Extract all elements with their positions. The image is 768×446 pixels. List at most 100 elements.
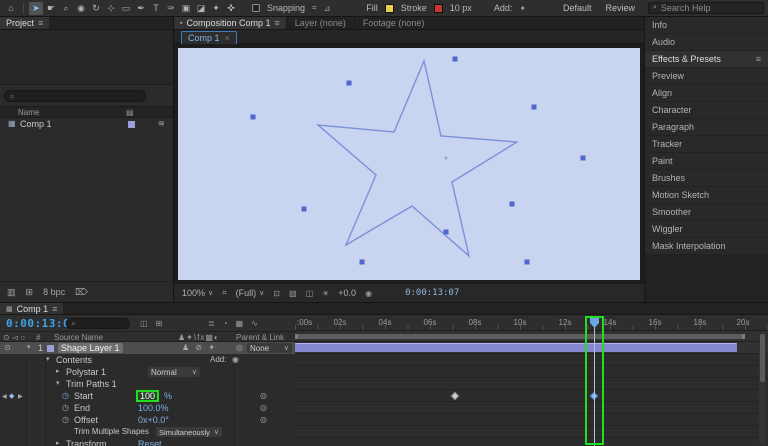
pickwhip-icon[interactable]: ◎ [260, 403, 267, 412]
vertex-handle[interactable] [524, 259, 530, 265]
vertex-handle[interactable] [250, 114, 256, 120]
property-track[interactable] [295, 378, 768, 390]
snapshot-icon[interactable]: ◉ [365, 289, 372, 298]
vertex-handle[interactable] [443, 229, 449, 235]
vertex-handle[interactable] [580, 155, 586, 161]
workspace-review[interactable]: Review [605, 3, 635, 13]
zoom-select[interactable]: 100% ∨ [182, 288, 213, 298]
comment-column-icon[interactable]: ▤ [126, 108, 134, 117]
start-label[interactable]: Start [74, 391, 93, 401]
offset-label[interactable]: Offset [74, 415, 98, 425]
graph-editor-icon[interactable]: ∿ [251, 319, 258, 328]
puppet-pin-tool[interactable]: ✜ [224, 2, 238, 15]
composition-tab[interactable]: ▪ Composition Comp 1 ≡ [174, 17, 286, 29]
end-value[interactable]: 100.0% [138, 403, 169, 413]
zoom-tool[interactable]: ⌕ [59, 2, 73, 15]
panel-tab-wiggler[interactable]: Wiggler [645, 221, 768, 237]
fill-color-swatch[interactable] [384, 3, 394, 13]
eye-icon[interactable]: ⊙ [4, 343, 11, 352]
comp-canvas[interactable]: + [178, 48, 640, 280]
end-label[interactable]: End [74, 403, 90, 413]
expander-icon[interactable]: ▾ [56, 379, 60, 387]
add-property-icon[interactable]: ◉ [232, 355, 239, 364]
vertex-handle[interactable] [452, 56, 458, 62]
project-item-row[interactable]: ▦ Comp 1 ≋ [0, 118, 173, 130]
parent-pickwhip-icon[interactable]: ◎ [236, 343, 243, 352]
exposure-value[interactable]: +0.0 [338, 288, 356, 298]
stopwatch-icon[interactable]: ◷ [62, 415, 69, 424]
layer-duration-bar[interactable] [295, 343, 737, 352]
work-area-bar[interactable] [295, 334, 745, 339]
panel-tab-audio[interactable]: Audio [645, 34, 768, 50]
trim-paths-label[interactable]: Trim Paths 1 [66, 379, 117, 389]
panel-tab-preview[interactable]: Preview [645, 68, 768, 84]
transparency-grid-icon[interactable]: ▨ [289, 289, 297, 298]
footage-tab[interactable]: Footage (none) [353, 17, 433, 29]
pen-tool[interactable]: ✒ [134, 2, 148, 15]
expander-icon[interactable]: ▾ [27, 343, 31, 351]
motion-blur-icon[interactable]: ▦ [236, 319, 244, 328]
property-track[interactable] [295, 366, 768, 378]
color-depth-label[interactable]: 8 bpc [43, 287, 65, 297]
view-layout-icon[interactable]: ◫ [306, 289, 314, 298]
name-column-header[interactable]: Name [18, 108, 39, 117]
stopwatch-icon[interactable]: ◷ [62, 403, 69, 412]
time-ruler[interactable]: :00s 02s 04s 06s 08s 10s 12s 14s 16s 18s… [295, 315, 768, 331]
panel-menu-icon[interactable]: ≡ [38, 18, 43, 28]
close-icon[interactable]: × [225, 33, 230, 43]
offset-row[interactable]: ◷ Offset 0x+0.0° ◎ [0, 414, 295, 426]
brush-tool[interactable]: ✑ [164, 2, 178, 15]
expander-icon[interactable]: ▸ [56, 439, 60, 446]
vertex-handle[interactable] [359, 259, 365, 265]
fill-label[interactable]: Fill [366, 3, 378, 13]
contents-row[interactable]: ▾ Contents Add: ◉ [0, 354, 295, 366]
layer-switches-icons[interactable]: ♟ ⊘ ✦ [182, 343, 217, 352]
roto-brush-tool[interactable]: ✦ [209, 2, 223, 15]
help-search-input[interactable]: ⌕ Search Help [648, 2, 764, 14]
interpret-footage-icon[interactable]: ▥ [7, 287, 16, 298]
panel-tab-character[interactable]: Character [645, 102, 768, 118]
rotation-tool[interactable]: ↻ [89, 2, 103, 15]
delete-icon[interactable]: ⌦ [75, 287, 88, 298]
project-search-input[interactable]: ⌕ [4, 90, 146, 102]
orbit-camera-tool[interactable]: ◉ [74, 2, 88, 15]
shy-icon[interactable]: ≣ [208, 319, 215, 328]
polystar-label[interactable]: Polystar 1 [66, 367, 106, 377]
expander-icon[interactable]: ▸ [56, 367, 60, 375]
vertex-handle[interactable] [346, 80, 352, 86]
keyframe-toggle-icon[interactable]: ◆ [9, 392, 14, 400]
panel-tab-brushes[interactable]: Brushes [645, 170, 768, 186]
home-icon[interactable]: ⌂ [4, 2, 18, 15]
source-name-header[interactable]: Source Name [54, 333, 103, 342]
stopwatch-icon[interactable]: ◷ [62, 391, 69, 400]
panel-menu-icon[interactable]: ≡ [756, 54, 761, 64]
exposure-icon[interactable]: ☀ [322, 289, 329, 298]
eraser-tool[interactable]: ◪ [194, 2, 208, 15]
add-icon[interactable]: ✦ [519, 4, 526, 13]
trim-multiple-shapes-row[interactable]: Trim Multiple Shapes Simultaneously ∨ [0, 426, 295, 438]
vertical-scrollbar[interactable] [759, 332, 766, 444]
pickwhip-icon[interactable]: ◎ [260, 391, 267, 400]
layer-color-chip[interactable] [47, 345, 54, 352]
property-track[interactable] [295, 402, 768, 414]
transform-label[interactable]: Transform [66, 439, 107, 446]
offset-value[interactable]: 0x+0.0° [138, 415, 169, 425]
panel-tab-info[interactable]: Info [645, 17, 768, 33]
panel-menu-icon[interactable]: ≡ [275, 18, 280, 28]
panel-tab-paint[interactable]: Paint [645, 153, 768, 169]
next-keyframe-icon[interactable]: ▶ [18, 393, 23, 400]
start-row[interactable]: ◀ ◆ ▶ ◷ Start 100 % ◎ [0, 390, 295, 402]
vertex-handle[interactable] [301, 206, 307, 212]
region-of-interest-icon[interactable]: ⊡ [273, 289, 280, 298]
panel-tab-motion-sketch[interactable]: Motion Sketch [645, 187, 768, 203]
selection-tool[interactable]: ➤ [29, 1, 43, 15]
clone-stamp-tool[interactable]: ▣ [179, 2, 193, 15]
property-track[interactable] [295, 354, 768, 366]
layer-tab[interactable]: Layer (none) [285, 17, 354, 29]
timeline-graph[interactable]: :00s 02s 04s 06s 08s 10s 12s 14s 16s 18s… [295, 315, 768, 446]
panel-tab-tracker[interactable]: Tracker [645, 136, 768, 152]
layer-row[interactable]: ⊙ ▾ 1 Shape Layer 1 ♟ ⊘ ✦ ◎ None ∨ [0, 342, 295, 354]
timeline-comp-tab[interactable]: ▦ Comp 1 ≡ [0, 303, 64, 314]
blend-mode-select[interactable]: Normal ∨ [148, 367, 200, 377]
comp-viewer-tab[interactable]: Comp 1 × [181, 31, 237, 44]
